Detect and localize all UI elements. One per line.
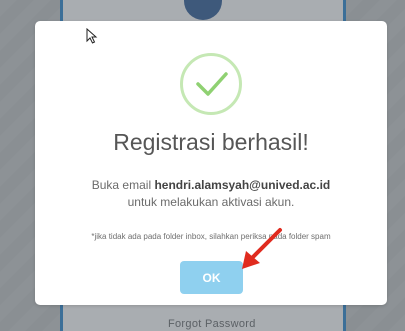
dialog-title: Registrasi berhasil!	[113, 129, 309, 155]
message-prefix: Buka email	[91, 178, 152, 192]
ok-button[interactable]: OK	[180, 261, 243, 294]
email-address: hendri.alamsyah@unived.ac.id	[154, 178, 331, 192]
message-suffix: untuk melakukan aktivasi akun.	[127, 195, 295, 209]
annotation-arrow-icon	[242, 228, 282, 269]
checkmark-icon	[196, 72, 228, 96]
background-forgot-password-link: Forgot Password	[168, 318, 256, 330]
spam-note: *jika tidak ada pada folder inbox, silah…	[91, 232, 331, 241]
mouse-cursor-icon	[86, 28, 98, 44]
success-icon	[180, 53, 242, 115]
dialog-message: Buka email hendri.alamsyah@unived.ac.id …	[35, 177, 387, 211]
success-dialog: Registrasi berhasil! Buka email hendri.a…	[35, 21, 387, 305]
screen: Forgot Password Registrasi berhasil! Buk…	[0, 0, 405, 331]
